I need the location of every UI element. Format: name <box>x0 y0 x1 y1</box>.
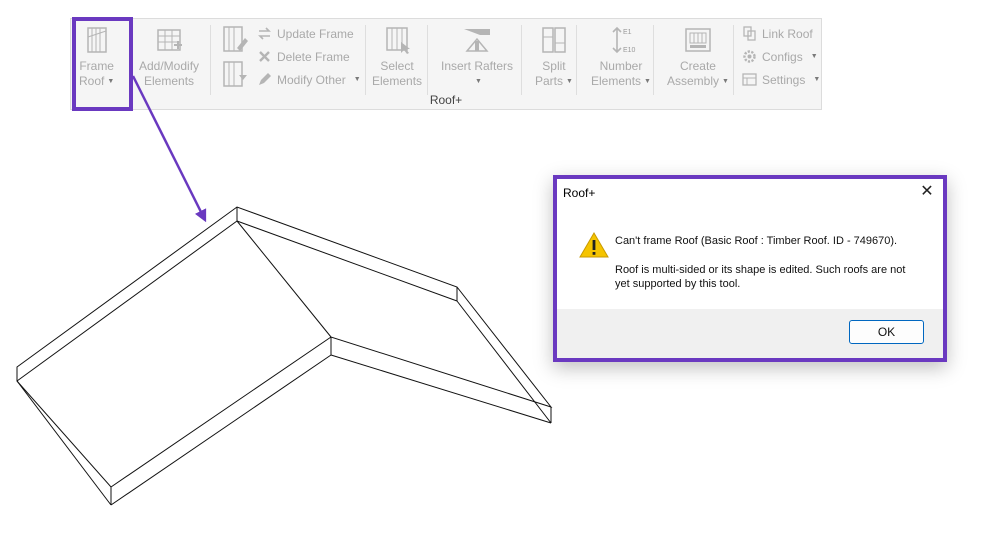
dialog-title: Roof+ <box>563 186 596 200</box>
roofplus-error-dialog: Roof+ ✕ Can't frame Roof (Basic Roof : T… <box>553 175 947 362</box>
dialog-footer: OK <box>557 309 943 358</box>
roof-wireframe <box>16 206 553 506</box>
error-message-detail: Roof is multi-sided or its shape is edit… <box>615 264 906 290</box>
callout-arrow <box>131 75 207 223</box>
error-message-title: Can't frame Roof (Basic Roof : Timber Ro… <box>615 235 898 247</box>
dialog-body: Can't frame Roof (Basic Roof : Timber Ro… <box>557 207 943 313</box>
close-icon[interactable]: ✕ <box>919 183 935 201</box>
warning-icon <box>579 232 609 258</box>
ok-button[interactable]: OK <box>849 320 924 344</box>
